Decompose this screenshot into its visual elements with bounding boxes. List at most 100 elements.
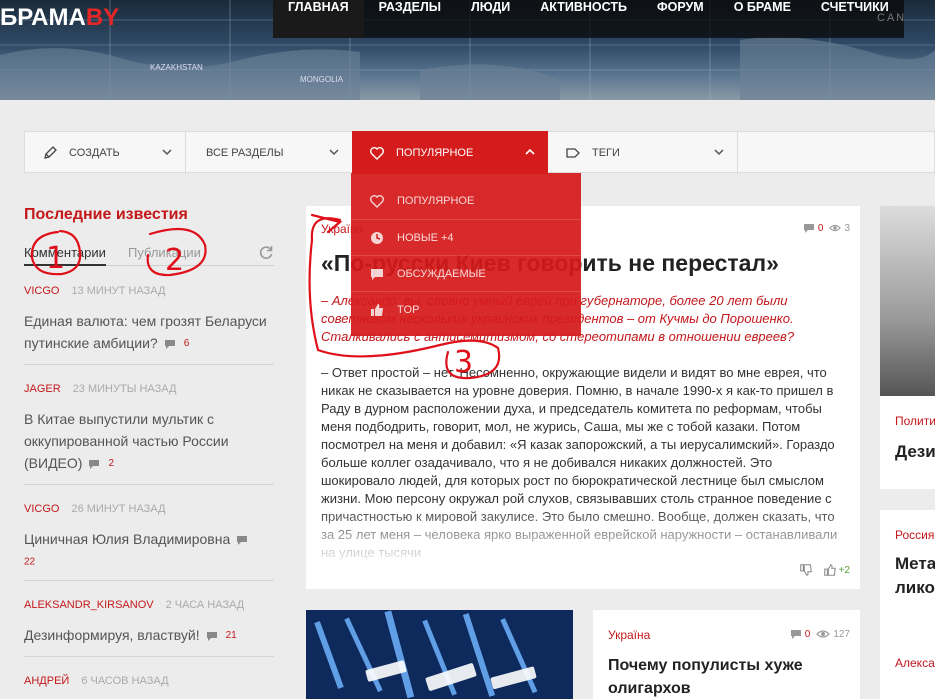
menu-item-top[interactable]: TOP xyxy=(351,291,581,327)
nav-item-main[interactable]: ГЛАВНАЯ xyxy=(273,0,364,38)
article-image-card[interactable] xyxy=(306,610,573,699)
comment-icon xyxy=(206,630,218,642)
list-item[interactable]: АНДРЕЙ 6 ЧАСОВ НАЗАД xyxy=(24,674,274,688)
content-toolbar: СОЗДАТЬ ВСЕ РАЗДЕЛЫ ПОПУЛЯРНОЕ ТЕГИ xyxy=(24,131,935,174)
article-card[interactable]: Россия Мета иллю лико озлоб Алекса xyxy=(880,510,935,699)
article-card[interactable]: Полити Дези xyxy=(880,206,935,489)
thumbs-up-icon[interactable] xyxy=(823,563,837,577)
menu-item-label: ОБСУЖДАЕМЫЕ xyxy=(397,267,486,280)
chevron-up-icon xyxy=(525,148,535,155)
create-label: СОЗДАТЬ xyxy=(69,147,120,159)
comment-count: 22 xyxy=(24,556,36,568)
comment-icon xyxy=(88,458,100,470)
header-corner-text: CAN xyxy=(877,12,907,24)
article-title[interactable]: Почему популисты хуже олигархов xyxy=(608,654,848,699)
news-title[interactable]: Циничная Юлия Владимировна xyxy=(24,531,230,547)
comment-icon xyxy=(803,224,814,233)
popular-menu: ПОПУЛЯРНОЕ НОВЫЕ +4 ОБСУЖДАЕМЫЕ TOP xyxy=(351,173,581,336)
list-item[interactable]: VICGO 13 МИНУТ НАЗАД Единая валюта: чем г… xyxy=(24,284,274,355)
news-author[interactable]: АНДРЕЙ xyxy=(24,675,69,687)
menu-item-label: ПОПУЛЯРНОЕ xyxy=(397,195,475,207)
tab-comments[interactable]: Комментарии xyxy=(24,244,106,266)
top-navigation: ГЛАВНАЯ РАЗДЕЛЫ ЛЮДИ АКТИВНОСТЬ ФОРУМ О … xyxy=(273,0,904,38)
article-thumbnail xyxy=(880,206,935,396)
news-time: 6 ЧАСОВ НАЗАД xyxy=(81,675,169,687)
comment-count: 0 xyxy=(817,222,824,234)
popular-label: ПОПУЛЯРНОЕ xyxy=(396,146,474,159)
article-title[interactable]: Дези xyxy=(895,442,935,462)
chevron-down-icon xyxy=(162,149,172,156)
news-author[interactable]: JAGER xyxy=(24,383,61,395)
map-label-mongolia: MONGOLIA xyxy=(300,75,344,84)
logo-accent: BY xyxy=(85,4,120,31)
body-fade xyxy=(306,506,860,566)
news-time: 26 МИНУТ НАЗАД xyxy=(71,503,166,515)
comment-icon xyxy=(369,266,385,282)
article-author[interactable]: Алекса xyxy=(895,656,935,670)
site-logo[interactable]: БРАМАBY xyxy=(0,4,119,32)
comment-count: 0 xyxy=(804,628,811,640)
heart-icon xyxy=(369,193,385,209)
menu-item-new[interactable]: НОВЫЕ +4 xyxy=(351,219,581,255)
news-title[interactable]: Единая валюта: чем грозят Беларуси путин… xyxy=(24,313,267,351)
news-title[interactable]: Дезинформируя, властвуй! xyxy=(24,627,200,643)
news-title[interactable]: В Китае выпустили мультик с оккупированн… xyxy=(24,411,229,471)
list-item[interactable]: JAGER 23 МИНУТЫ НАЗАД В Китае выпустили м… xyxy=(24,382,274,475)
latest-news-tabs: Комментарии Публикации xyxy=(24,244,274,266)
news-author[interactable]: ALEKSANDR_KIRSANOV xyxy=(24,599,154,611)
tags-label: ТЕГИ xyxy=(592,147,620,159)
article-category[interactable]: Полити xyxy=(895,414,935,428)
view-count: 127 xyxy=(833,628,850,640)
article-title[interactable]: Мета иллю лико озлоб xyxy=(895,552,935,600)
pencil-icon xyxy=(41,144,59,162)
article-category[interactable]: Україна xyxy=(608,628,650,642)
menu-item-popular[interactable]: ПОПУЛЯРНОЕ xyxy=(351,183,581,219)
news-time: 13 МИНУТ НАЗАД xyxy=(71,285,166,297)
comment-icon xyxy=(236,534,248,546)
comment-count: 21 xyxy=(225,630,237,642)
clock-icon xyxy=(369,230,385,246)
popular-dropdown[interactable]: ПОПУЛЯРНОЕ xyxy=(352,131,548,174)
chevron-down-icon xyxy=(329,149,339,156)
news-time: 2 ЧАСА НАЗАД xyxy=(165,599,245,611)
eye-icon xyxy=(816,630,831,638)
refresh-icon[interactable] xyxy=(258,244,274,260)
comment-icon xyxy=(164,338,176,350)
news-author[interactable]: VICGO xyxy=(24,503,59,515)
list-item[interactable]: ALEKSANDR_KIRSANOV 2 ЧАСА НАЗАД Дезинформ… xyxy=(24,598,274,647)
nav-item-about[interactable]: О БРАМЕ xyxy=(719,0,806,38)
create-button[interactable]: СОЗДАТЬ xyxy=(25,132,186,174)
list-item[interactable]: VICGO 26 МИНУТ НАЗАД Циничная Юлия Владим… xyxy=(24,502,274,573)
article-votes: +2 xyxy=(789,563,850,577)
thumbs-down-icon[interactable] xyxy=(799,563,813,577)
nav-item-forum[interactable]: ФОРУМ xyxy=(642,0,719,38)
nav-item-activity[interactable]: АКТИВНОСТЬ xyxy=(525,0,642,38)
all-sections-dropdown[interactable]: ВСЕ РАЗДЕЛЫ xyxy=(186,132,353,174)
news-time: 23 МИНУТЫ НАЗАД xyxy=(72,383,177,395)
article-category[interactable]: Россия xyxy=(895,528,934,542)
menu-item-discussed[interactable]: ОБСУЖДАЕМЫЕ xyxy=(351,255,581,291)
menu-item-label: TOP xyxy=(397,303,420,316)
view-count: 3 xyxy=(844,222,850,234)
comment-count: 6 xyxy=(183,338,190,350)
tag-icon xyxy=(564,144,582,162)
comment-icon xyxy=(790,630,801,639)
divider xyxy=(24,580,274,581)
divider xyxy=(24,364,274,365)
tab-publications[interactable]: Публикации xyxy=(128,244,201,266)
map-label-kazakhstan: KAZAKHSTAN xyxy=(150,63,203,72)
site-header: KAZAKHSTAN MONGOLIA БРАМАBY ГЛАВНАЯ РАЗД… xyxy=(0,0,935,100)
latest-news-title: Последние известия xyxy=(24,206,188,223)
tags-dropdown[interactable]: ТЕГИ xyxy=(548,132,738,174)
article-stats: 0 127 xyxy=(790,628,850,640)
heart-icon xyxy=(368,144,386,162)
nav-item-people[interactable]: ЛЮДИ xyxy=(456,0,525,38)
sections-label: ВСЕ РАЗДЕЛЫ xyxy=(206,147,284,159)
thumbs-up-icon xyxy=(369,302,385,318)
news-author[interactable]: VICGO xyxy=(24,285,59,297)
nav-item-sections[interactable]: РАЗДЕЛЫ xyxy=(364,0,456,38)
article-card[interactable]: Україна 0 127 Почему популисты хуже олиг… xyxy=(593,610,860,699)
eye-icon xyxy=(829,224,842,232)
menu-item-label: НОВЫЕ +4 xyxy=(397,231,454,244)
vote-score: +2 xyxy=(838,564,850,576)
